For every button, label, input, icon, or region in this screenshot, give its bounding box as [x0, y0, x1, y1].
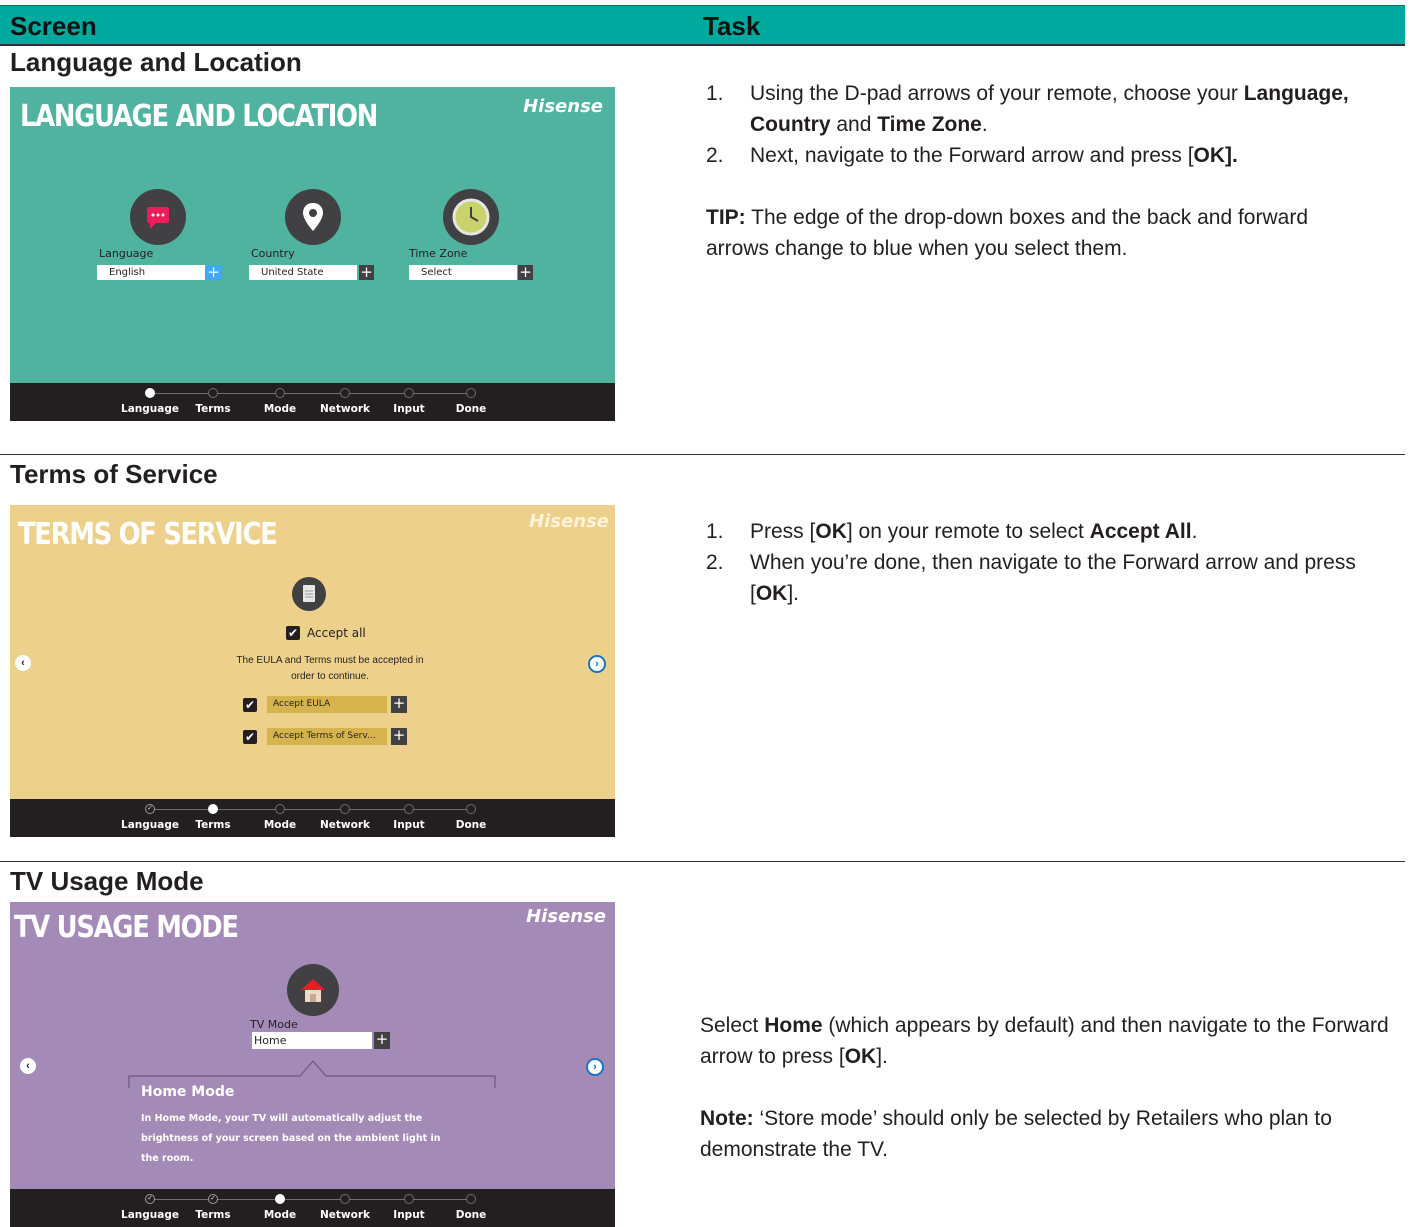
country-plus-button[interactable]: +: [359, 265, 374, 280]
screen-title: TV USAGE MODE: [14, 910, 239, 945]
task-language: 1. Using the D-pad arrows of your remote,…: [700, 78, 1400, 264]
step-dot-icon: [340, 388, 350, 398]
step-dot-icon: [275, 388, 285, 398]
accept-terms-checkbox[interactable]: ✔: [243, 730, 257, 744]
step-dot-icon: [340, 1194, 350, 1204]
accept-eula-dropdown[interactable]: Accept EULA: [267, 696, 387, 713]
accept-terms-dropdown[interactable]: Accept Terms of Serv...: [267, 728, 387, 745]
task-step: 1. Press [OK] on your remote to select Ac…: [706, 520, 1198, 543]
task-mode: Select Home (which appears by default) a…: [700, 1010, 1400, 1165]
progress-step-label: Done: [455, 819, 487, 831]
step-dot-icon: [275, 1194, 285, 1204]
section-title-terms: Terms of Service: [10, 459, 218, 489]
mode-description-text: In Home Mode, your TV will automatically…: [141, 1113, 441, 1164]
back-arrow-button[interactable]: ‹: [15, 655, 31, 671]
timezone-plus-button[interactable]: +: [518, 265, 533, 280]
language-plus-button[interactable]: +: [206, 265, 221, 280]
step-check-icon: ✓: [208, 1194, 218, 1204]
task-terms: 1. Press [OK] on your remote to select Ac…: [700, 516, 1400, 609]
step-dot-icon: [466, 804, 476, 814]
hisense-logo: Hisense: [529, 511, 609, 532]
tvmode-dropdown[interactable]: Home: [252, 1032, 372, 1049]
progress-step-label: Done: [455, 403, 487, 415]
hisense-logo: Hisense: [523, 96, 603, 117]
clock-icon: [443, 189, 499, 245]
step-dot-icon: [404, 388, 414, 398]
timezone-label: Time Zone: [409, 247, 468, 260]
progress-step-label: Done: [455, 1209, 487, 1221]
step-dot-icon: [208, 388, 218, 398]
country-dropdown[interactable]: United State: [249, 265, 357, 280]
home-icon: [287, 964, 339, 1016]
accept-all-checkbox[interactable]: ✔: [286, 626, 300, 640]
screen-title: LANGUAGE AND LOCATION: [20, 99, 378, 134]
column-header-task: Task: [703, 11, 761, 41]
acceptance-notice: The EULA and Terms must be accepted in o…: [236, 655, 424, 682]
back-arrow-button[interactable]: ‹: [20, 1058, 36, 1074]
section-title-mode: TV Usage Mode: [10, 866, 204, 896]
tvmode-plus-button[interactable]: +: [374, 1032, 390, 1049]
forward-arrow-button[interactable]: ›: [588, 655, 606, 673]
setup-progress-bar: ✓ Language ✓ Terms Mode Network Input Done: [10, 1189, 615, 1227]
step-dot-icon: [466, 388, 476, 398]
language-dropdown[interactable]: English: [97, 265, 205, 280]
step-check-icon: ✓: [145, 1194, 155, 1204]
step-check-icon: ✓: [145, 804, 155, 814]
language-location-screen: LANGUAGE AND LOCATION Hisense Language E…: [10, 87, 615, 421]
step-dot-icon: [404, 804, 414, 814]
document-icon: [292, 577, 326, 611]
progress-step-done: Done: [431, 388, 511, 415]
table-header: Screen Task: [0, 5, 1405, 46]
task-step: 2. Next, navigate to the Forward arrow an…: [706, 144, 1238, 167]
step-dot-icon: [275, 804, 285, 814]
hisense-logo: Hisense: [526, 906, 606, 927]
progress-step-done: Done: [431, 804, 511, 831]
location-pin-icon: [285, 189, 341, 245]
terms-of-service-screen: TERMS OF SERVICE Hisense ✔ Accept all Th…: [10, 505, 615, 837]
tvmode-label: TV Mode: [250, 1018, 298, 1031]
section-title-language: Language and Location: [10, 47, 302, 77]
timezone-dropdown[interactable]: Select: [409, 265, 517, 280]
task-step: 2. When you’re done, then navigate to the…: [706, 551, 1356, 605]
language-icon: [130, 189, 186, 245]
step-dot-icon: [340, 804, 350, 814]
step-dot-icon: [145, 388, 155, 398]
note-text: Note: ‘Store mode’ should only be select…: [700, 1107, 1332, 1161]
terms-plus-button[interactable]: +: [391, 728, 407, 745]
tip-text: TIP: The edge of the drop-down boxes and…: [706, 206, 1308, 260]
progress-step-done: Done: [431, 1194, 511, 1221]
mode-description-title: Home Mode: [141, 1084, 235, 1100]
step-dot-icon: [208, 804, 218, 814]
setup-progress-bar: Language Terms Mode Network Input Done: [10, 383, 615, 421]
task-step: 1. Using the D-pad arrows of your remote,…: [706, 82, 1349, 136]
forward-arrow-button[interactable]: ›: [586, 1058, 604, 1076]
step-dot-icon: [404, 1194, 414, 1204]
tv-usage-mode-screen: TV USAGE MODE Hisense TV Mode Home + ‹ ›…: [10, 902, 615, 1227]
accept-eula-checkbox[interactable]: ✔: [243, 698, 257, 712]
accept-all-label: Accept all: [307, 626, 366, 640]
country-label: Country: [251, 247, 295, 260]
screen-title: TERMS OF SERVICE: [18, 517, 278, 552]
setup-progress-bar: ✓ Language Terms Mode Network Input Done: [10, 799, 615, 837]
step-dot-icon: [466, 1194, 476, 1204]
column-header-screen: Screen: [10, 11, 97, 41]
task-text: Select Home (which appears by default) a…: [700, 1014, 1389, 1068]
language-label: Language: [99, 247, 154, 260]
divider: [0, 454, 1405, 455]
divider: [0, 861, 1405, 862]
eula-plus-button[interactable]: +: [391, 696, 407, 713]
